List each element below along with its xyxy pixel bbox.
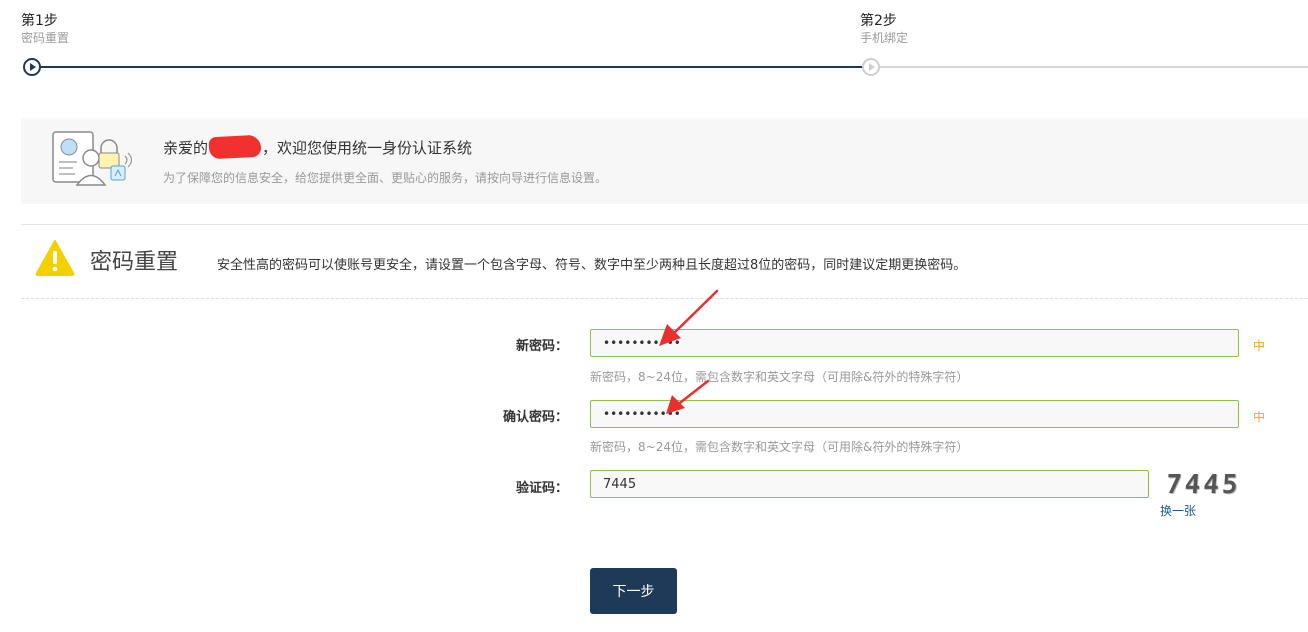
captcha-image[interactable]: 7445 bbox=[1165, 470, 1242, 500]
confirm-password-label: 确认密码： bbox=[502, 410, 568, 425]
redacted-username bbox=[208, 134, 262, 160]
warning-icon bbox=[35, 240, 75, 276]
welcome-description: 为了保障您的信息安全，给您提供更全面、更贴心的服务，请按向导进行信息设置。 bbox=[163, 171, 608, 185]
step-2-subtitle: 手机绑定 bbox=[860, 31, 909, 45]
confirm-password-strength: 中 bbox=[1253, 410, 1266, 424]
section-title: 密码重置 bbox=[90, 250, 179, 275]
step-2-indicator-icon bbox=[862, 58, 880, 76]
confirm-password-input[interactable] bbox=[590, 400, 1239, 428]
step-2-title: 第2步 bbox=[860, 13, 897, 29]
stepper-progress-line bbox=[32, 66, 872, 68]
step-1-subtitle: 密码重置 bbox=[21, 31, 70, 45]
step-1-indicator-icon bbox=[23, 58, 41, 76]
welcome-banner: 亲爱的 ，欢迎您使用统一身份认证系统 为了保障您的信息安全，给您提供更全面、更贴心… bbox=[21, 118, 1308, 204]
new-password-label: 新密码： bbox=[515, 339, 568, 354]
refresh-captcha-link[interactable]: 换一张 bbox=[1160, 502, 1196, 519]
dashed-divider bbox=[21, 298, 1308, 299]
greeting-prefix: 亲爱的 bbox=[163, 138, 209, 157]
welcome-title: 亲爱的 ，欢迎您使用统一身份认证系统 bbox=[163, 134, 473, 160]
step-1-title: 第1步 bbox=[21, 13, 58, 29]
section-description: 安全性高的密码可以使账号更安全，请设置一个包含字母、符号、数字中至少两种且长度超… bbox=[217, 258, 967, 273]
greeting-suffix: ，欢迎您使用统一身份认证系统 bbox=[262, 138, 473, 157]
captcha-label: 验证码： bbox=[515, 481, 568, 496]
next-step-button[interactable]: 下一步 bbox=[590, 568, 677, 614]
new-password-strength: 中 bbox=[1253, 339, 1266, 353]
new-password-hint: 新密码，8~24位，需包含数字和英文字母（可用除&符外的特殊字符） bbox=[590, 370, 969, 384]
confirm-password-hint: 新密码，8~24位，需包含数字和英文字母（可用除&符外的特殊字符） bbox=[590, 440, 969, 454]
stepper-remaining-line bbox=[872, 66, 1308, 68]
step-2: 第2步 手机绑定 bbox=[860, 13, 908, 45]
new-password-input[interactable] bbox=[590, 329, 1239, 357]
divider bbox=[21, 224, 1308, 225]
step-1: 第1步 密码重置 bbox=[21, 13, 69, 45]
captcha-input[interactable] bbox=[590, 470, 1149, 498]
identity-card-illustration-icon bbox=[52, 131, 132, 186]
